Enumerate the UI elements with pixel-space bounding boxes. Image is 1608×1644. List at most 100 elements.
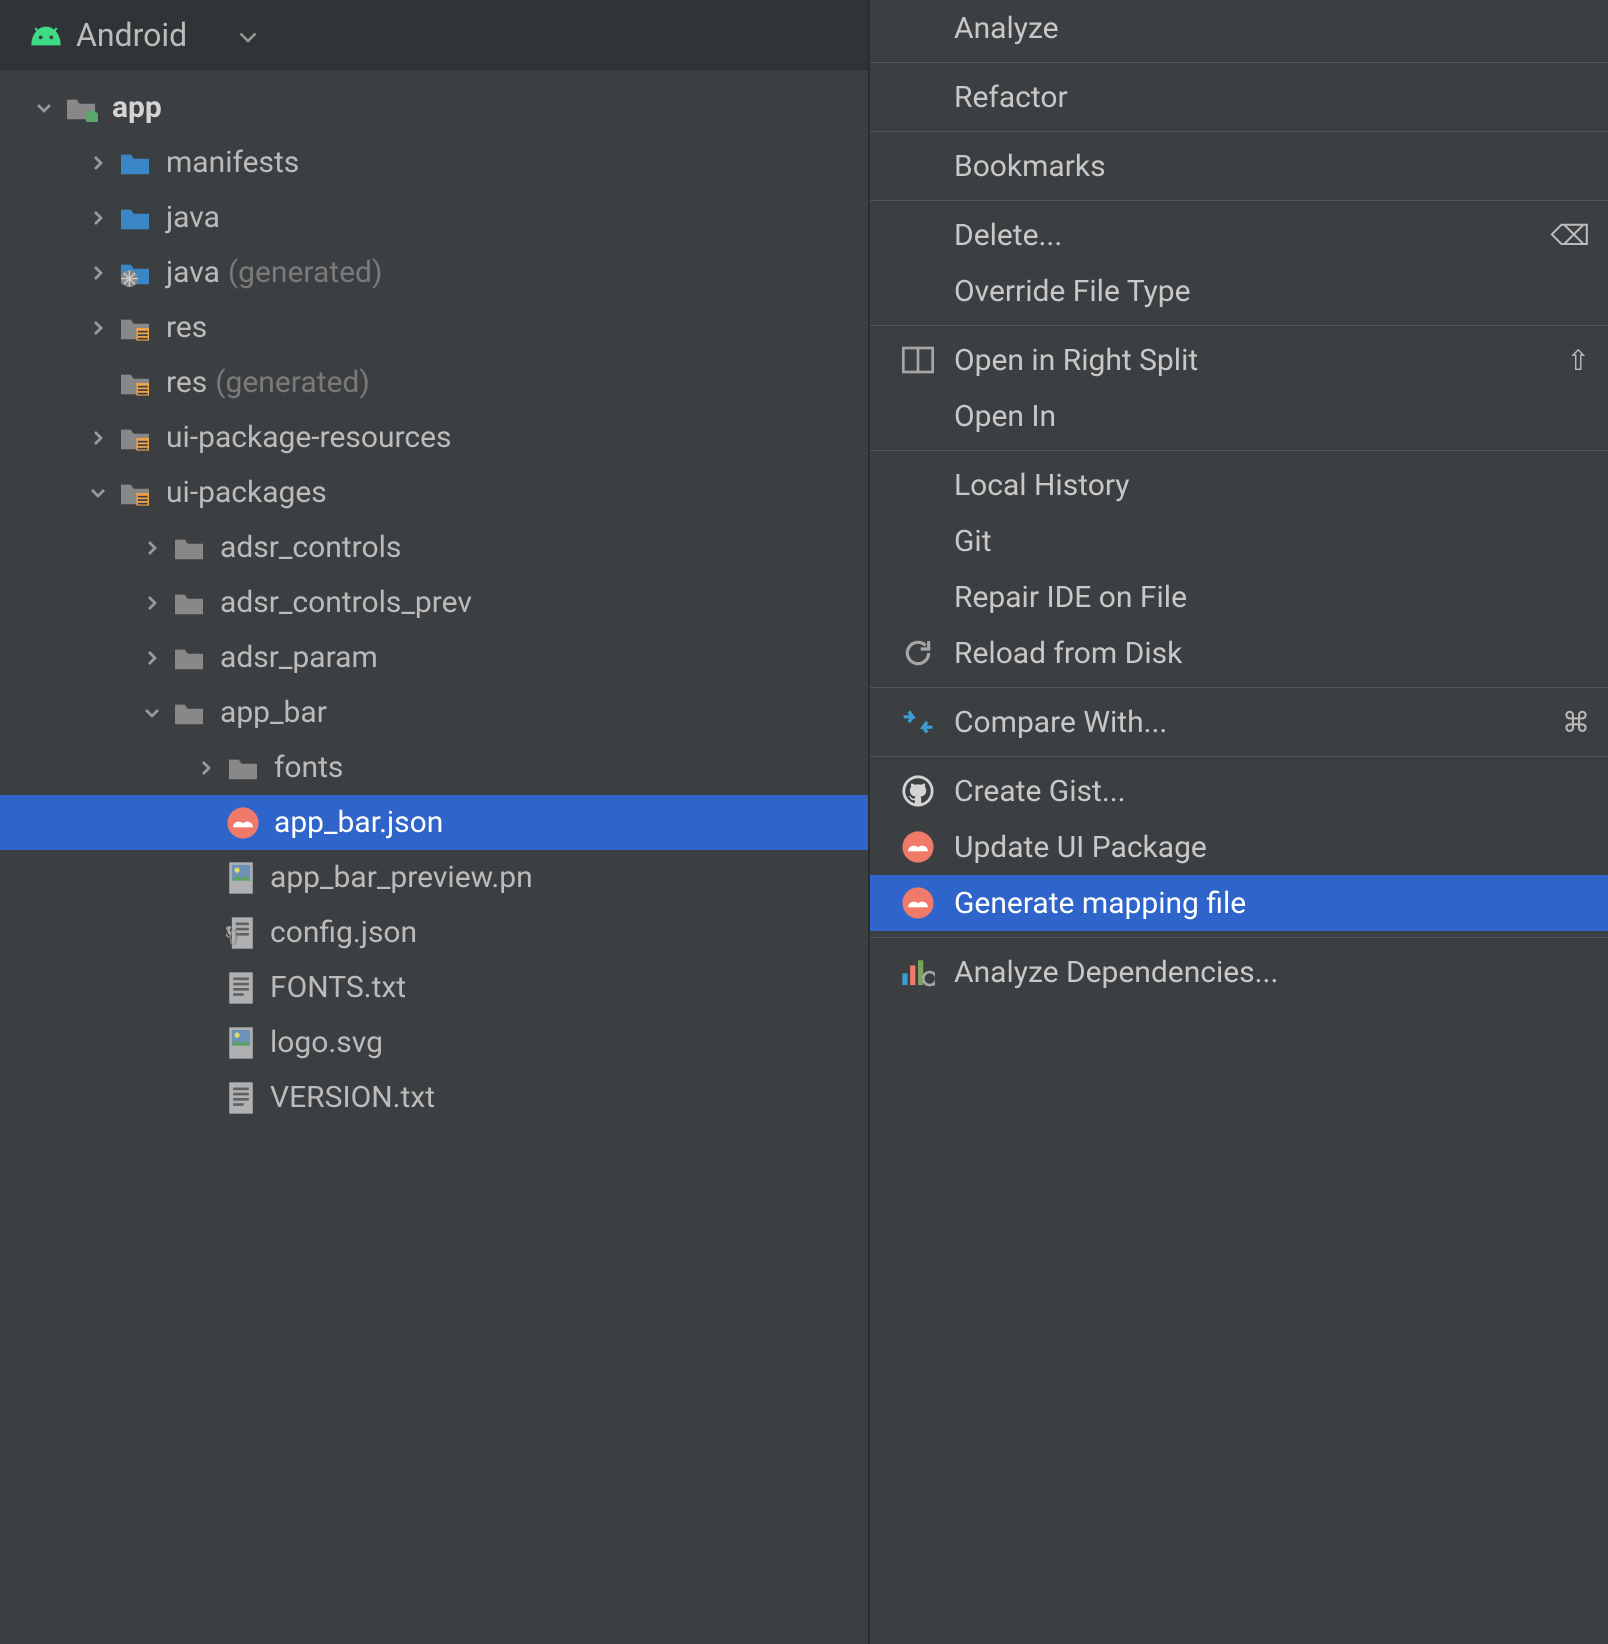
menu-item-label: Analyze Dependencies... [954,955,1278,990]
menu-item-label: Repair IDE on File [954,580,1187,615]
tree-node-label: java [166,200,220,235]
chevron-down-icon[interactable] [88,483,108,503]
menu-item-label: Local History [954,468,1129,503]
folder-res-icon [118,424,152,452]
chevron-right-icon[interactable] [142,648,162,668]
folder-grey-icon [172,699,206,727]
menu-item[interactable]: Reload from Disk [870,625,1608,681]
tree-node-label: app_bar_preview.pn [270,860,533,895]
folder-res-icon [118,369,152,397]
tree-row[interactable]: manifests [0,135,870,190]
menu-item[interactable]: Open In [870,388,1608,444]
tree-node-label: app_bar [220,695,327,730]
menu-item-label: Open In [954,399,1056,434]
menu-item[interactable]: Compare With...⌘ [870,694,1608,750]
project-panel: Android app manifests java java(generate… [0,0,870,1644]
tree-row[interactable]: {} config.json [0,905,870,960]
menu-item[interactable]: Git [870,513,1608,569]
folder-gen-icon [118,259,152,287]
tree-row[interactable]: app [0,80,870,135]
menu-item[interactable]: Create Gist... [870,763,1608,819]
chevron-down-icon[interactable] [34,98,54,118]
android-robot-icon [30,22,60,52]
project-view-dropdown[interactable]: Android [0,0,870,70]
menu-item[interactable]: Repair IDE on File [870,569,1608,625]
menu-item[interactable]: Generate mapping file [870,875,1608,931]
relay-pink-icon [900,885,936,921]
github-icon [900,773,936,809]
menu-item[interactable]: Override File Type [870,263,1608,319]
project-view-label: Android [76,16,187,54]
tree-row[interactable]: ui-packages [0,465,870,520]
tree-node-label: adsr_controls [220,530,401,565]
menu-item-label: Bookmarks [954,149,1106,184]
folder-grey-icon [172,534,206,562]
menu-item-label: Create Gist... [954,774,1126,809]
reload-icon [900,635,936,671]
tree-row[interactable]: app_bar [0,685,870,740]
menu-item-label: Generate mapping file [954,886,1246,921]
relay-pink-icon [900,829,936,865]
tree-node-suffix: (generated) [228,255,382,290]
menu-item[interactable]: Analyze Dependencies... [870,944,1608,1000]
chevron-right-icon[interactable] [88,318,108,338]
tree-row[interactable]: app_bar_preview.pn [0,850,870,905]
tree-row[interactable]: app_bar.json [0,795,870,850]
chevron-right-icon[interactable] [88,428,108,448]
chevron-right-icon[interactable] [88,153,108,173]
chevron-down-icon [239,17,257,52]
menu-item[interactable]: Analyze [870,0,1608,56]
tree-row[interactable]: res(generated) [0,355,870,410]
menu-item[interactable]: Bookmarks [870,138,1608,194]
menu-item-label: Delete... [954,218,1062,253]
folder-blue-icon [118,149,152,177]
tree-node-label: app_bar.json [274,805,443,840]
menu-item-label: Git [954,524,992,559]
menu-item-label: Compare With... [954,705,1167,740]
menu-item[interactable]: Delete...⌫ [870,207,1608,263]
chevron-right-icon[interactable] [88,263,108,283]
split-icon [900,342,936,378]
tree-row[interactable]: ui-package-resources [0,410,870,465]
tree-row[interactable]: java [0,190,870,245]
context-menu: Analyze Refactor Bookmarks Delete...⌫Overri… [870,0,1608,1644]
chevron-right-icon[interactable] [88,208,108,228]
menu-divider [870,687,1608,688]
chevron-right-icon[interactable] [196,758,216,778]
tree-row[interactable]: logo.svg [0,1015,870,1070]
tree-row[interactable]: java(generated) [0,245,870,300]
menu-item-label: Analyze [954,11,1059,46]
menu-item-label: Update UI Package [954,830,1207,865]
tree-node-label: manifests [166,145,299,180]
tree-row[interactable]: VERSION.txt [0,1070,870,1125]
tree-row[interactable]: adsr_controls [0,520,870,575]
folder-res-icon [118,479,152,507]
folder-grey-icon [226,754,260,782]
tree-node-label: res [166,310,207,345]
chevron-right-icon[interactable] [142,538,162,558]
folder-grey-icon [172,644,206,672]
chevron-down-icon[interactable] [142,703,162,723]
folder-blue-icon [118,204,152,232]
tree-row[interactable]: fonts [0,740,870,795]
compare-icon [900,704,936,740]
tree-row[interactable]: adsr_param [0,630,870,685]
tree-row[interactable]: res [0,300,870,355]
text-file-icon [226,1081,256,1115]
tree-row[interactable]: FONTS.txt [0,960,870,1015]
tree-node-label: ui-packages [166,475,327,510]
menu-item[interactable]: Local History [870,457,1608,513]
tree-node-label: adsr_controls_prev [220,585,472,620]
tree-node-label: java [166,255,220,290]
project-tree[interactable]: app manifests java java(generated) res [0,70,870,1125]
menu-item[interactable]: Open in Right Split⇧ [870,332,1608,388]
menu-item[interactable]: Refactor [870,69,1608,125]
chevron-right-icon[interactable] [142,593,162,613]
menu-item[interactable]: Update UI Package [870,819,1608,875]
menu-item-label: Reload from Disk [954,636,1182,671]
analyze-deps-icon [900,954,936,990]
tree-row[interactable]: adsr_controls_prev [0,575,870,630]
menu-item-label: Open in Right Split [954,343,1198,378]
menu-divider [870,200,1608,201]
menu-divider [870,325,1608,326]
